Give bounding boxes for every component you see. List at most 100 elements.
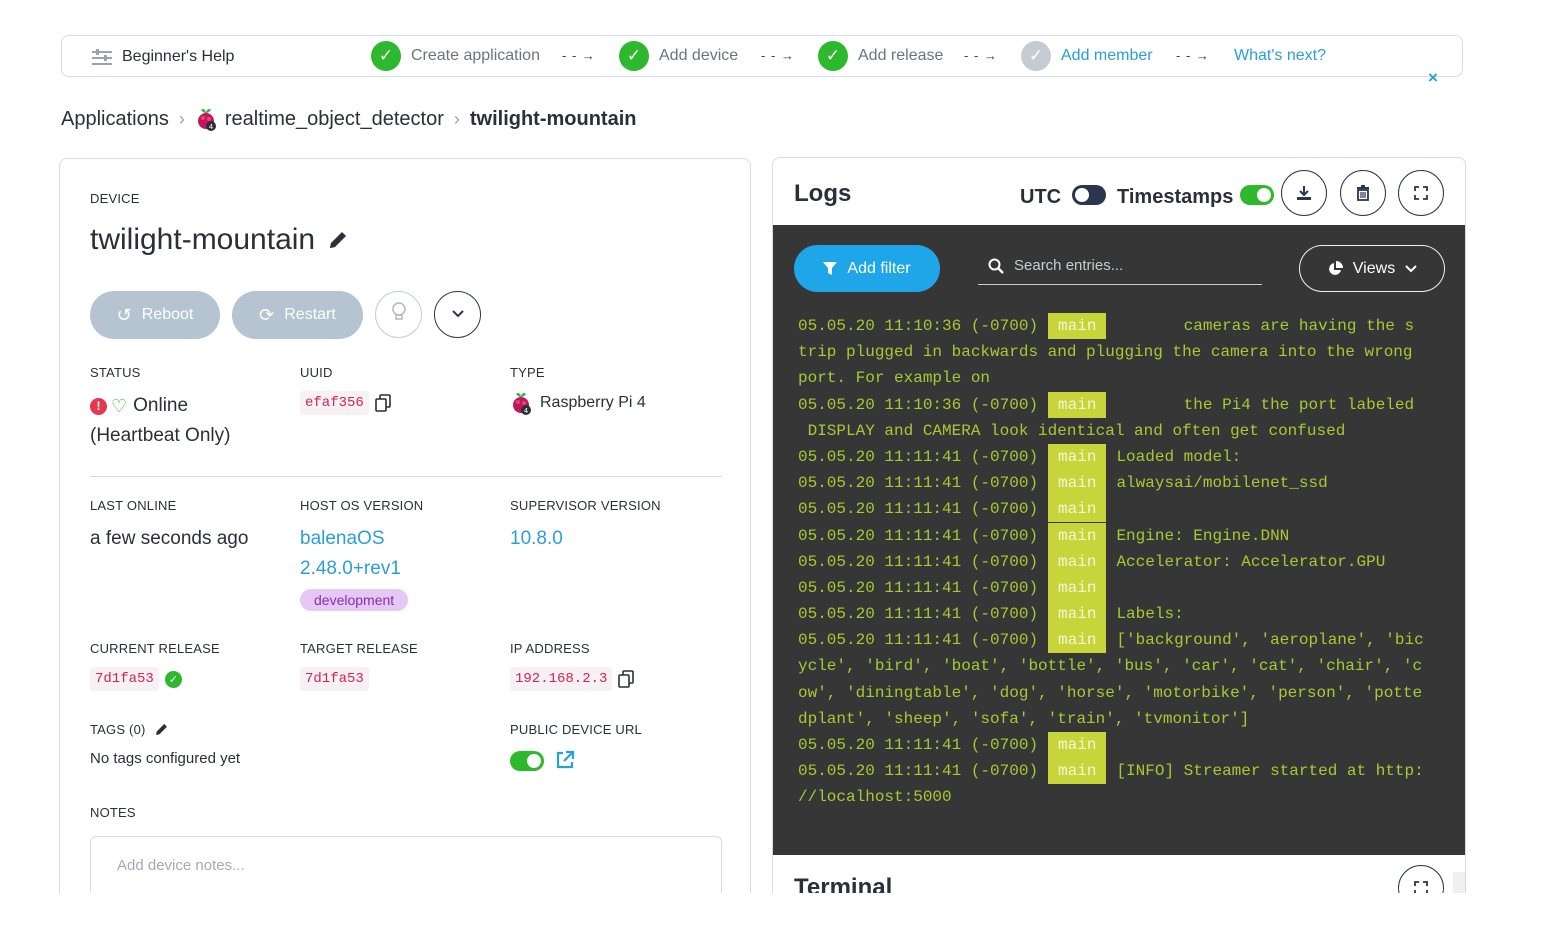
timestamps-toggle[interactable] (1240, 185, 1274, 205)
log-line: 05.05.20 11:11:41 (-0700) main ['backgroun… (798, 627, 1454, 654)
log-message: Accelerator: Accelerator.GPU (1116, 552, 1386, 571)
breadcrumb: Applications › 4 realtime_object_detecto… (61, 106, 637, 132)
ip-address-value: 192.168.2.3 (510, 667, 635, 691)
device-name: twilight-mountain (90, 223, 316, 256)
uuid-value: efaf356 (300, 391, 391, 415)
log-message: dplant', 'sheep', 'sofa', 'train', 'tvmo… (798, 709, 1250, 728)
pencil-icon[interactable] (327, 229, 349, 251)
status-label: STATUS (90, 365, 141, 380)
ip-address-label: IP ADDRESS (510, 641, 590, 656)
step-add-release[interactable]: ✓ Add release (818, 41, 943, 71)
log-message: Labels: (1116, 605, 1184, 624)
current-release-value: 7d1fa53 ✓ (90, 667, 182, 691)
chevron-down-icon (451, 306, 465, 324)
filter-icon (823, 261, 838, 276)
log-timestamp: 05.05.20 11:11:41 (-0700) (798, 447, 1039, 466)
device-title: twilight-mountain (90, 223, 349, 257)
log-message: port. For example on (798, 369, 991, 388)
host-os-version[interactable]: 2.48.0+rev1 (300, 558, 401, 580)
log-timestamp: 05.05.20 11:11:41 (-0700) (798, 552, 1039, 571)
svg-text:4: 4 (209, 123, 214, 131)
log-message: ['background', 'aeroplane', 'bic (1116, 631, 1424, 650)
copy-icon[interactable] (618, 670, 635, 688)
step-add-device[interactable]: ✓ Add device (619, 41, 738, 71)
check-circle-icon: ✓ (164, 670, 182, 688)
log-service-tag: main (1048, 758, 1107, 785)
svg-text:4: 4 (524, 407, 529, 415)
log-line: 05.05.20 11:11:41 (-0700) main alwaysai/mo… (798, 470, 1454, 497)
logs-viewer[interactable]: Add filter Search entries... Views 05.05… (773, 225, 1465, 902)
step-add-member[interactable]: ✓ Add member (1021, 41, 1153, 71)
logs-card: Logs UTC Timestamps Add filter Search en… (772, 157, 1466, 934)
log-timestamp: 05.05.20 11:11:41 (-0700) (798, 526, 1039, 545)
log-service-tag: main (1048, 522, 1107, 549)
host-os-badge: development (300, 589, 409, 611)
check-circle-icon: ✓ (619, 41, 649, 71)
log-message: ycle', 'bird', 'boat', 'bottle', 'bus', … (798, 657, 1423, 676)
search-entries-input[interactable]: Search entries... (978, 247, 1262, 285)
external-link-icon[interactable] (554, 749, 576, 771)
tags-empty-text: No tags configured yet (90, 750, 241, 767)
download-logs-button[interactable] (1281, 170, 1327, 216)
fullscreen-logs-button[interactable] (1398, 170, 1444, 216)
log-timestamp: 05.05.20 11:11:41 (-0700) (798, 631, 1039, 650)
copy-icon[interactable] (375, 394, 391, 412)
log-timestamp: 05.05.20 11:11:41 (-0700) (798, 736, 1039, 754)
views-dropdown[interactable]: Views (1299, 245, 1445, 292)
rotate-ccw-icon: ↺ (116, 304, 132, 325)
reboot-button[interactable]: ↺ Reboot (90, 291, 220, 339)
lightbulb-icon (391, 302, 407, 327)
check-circle-icon: ✓ (818, 41, 848, 71)
step-arrow: - - → (761, 48, 795, 63)
log-timestamp: 05.05.20 11:11:41 (-0700) (798, 500, 1039, 519)
type-value: 4 Raspberry Pi 4 (510, 391, 646, 415)
step-arrow: - - → (964, 48, 998, 63)
step-whats-next[interactable]: What's next? (1234, 41, 1326, 71)
log-message: DISPLAY and CAMERA look identical and of… (798, 421, 1346, 440)
timestamps-label: Timestamps (1117, 186, 1234, 208)
log-timestamp: 05.05.20 11:10:36 (-0700) (798, 395, 1039, 414)
close-icon[interactable]: × (1428, 68, 1438, 88)
current-release-label: CURRENT RELEASE (90, 641, 220, 656)
step-create-application[interactable]: ✓ Create application (371, 41, 540, 71)
supervisor-value[interactable]: 10.8.0 (510, 528, 563, 550)
public-url-label: PUBLIC DEVICE URL (510, 722, 642, 737)
status-subtext: (Heartbeat Only) (90, 425, 231, 446)
log-message: //localhost:5000 (798, 788, 952, 807)
log-service-tag: main (1048, 391, 1107, 418)
pencil-icon[interactable] (154, 722, 169, 737)
identify-button[interactable] (375, 291, 422, 338)
refresh-icon: ⟳ (259, 304, 275, 325)
log-timestamp: 05.05.20 11:11:41 (-0700) (798, 474, 1039, 493)
status-value: ! ♡ Online (90, 395, 188, 417)
log-line: DISPLAY and CAMERA look identical and of… (798, 418, 1454, 444)
breadcrumb-applications[interactable]: Applications (61, 108, 169, 131)
public-url-toggle[interactable] (510, 751, 544, 771)
logs-title: Logs (794, 180, 852, 207)
chevron-down-icon (1405, 264, 1417, 273)
log-service-tag: main (1048, 496, 1107, 523)
log-line: 05.05.20 11:11:41 (-0700) main Labels: (798, 601, 1454, 628)
breadcrumb-application[interactable]: realtime_object_detector (225, 108, 444, 131)
chevron-right-icon: › (453, 108, 460, 129)
uuid-label: UUID (300, 365, 333, 380)
tags-label: TAGS (0) (90, 722, 146, 737)
log-service-tag: main (1048, 443, 1107, 470)
log-line: ycle', 'bird', 'boat', 'bottle', 'bus', … (798, 653, 1454, 679)
viewport-bottom (0, 893, 1550, 934)
log-message: cameras are having the s (1116, 317, 1415, 335)
restart-button[interactable]: ⟳ Restart (232, 291, 363, 339)
log-message: trip plugged in backwards and plugging t… (798, 343, 1413, 362)
add-filter-button[interactable]: Add filter (794, 245, 940, 292)
log-line: 05.05.20 11:11:41 (-0700) main (798, 496, 1454, 523)
host-os-name[interactable]: balenaOS (300, 528, 385, 550)
log-message: ow', 'diningtable', 'dog', 'horse', 'mot… (798, 683, 1423, 702)
log-line: 05.05.20 11:11:41 (-0700) main [INFO] Stre… (798, 758, 1454, 785)
pie-chart-icon (1327, 260, 1343, 277)
section-divider (90, 476, 722, 477)
search-icon (988, 258, 1004, 274)
more-actions-button[interactable] (434, 291, 481, 338)
clear-logs-button[interactable] (1340, 170, 1386, 216)
beginners-help-title[interactable]: Beginner's Help (92, 48, 234, 66)
utc-toggle[interactable] (1072, 185, 1106, 205)
